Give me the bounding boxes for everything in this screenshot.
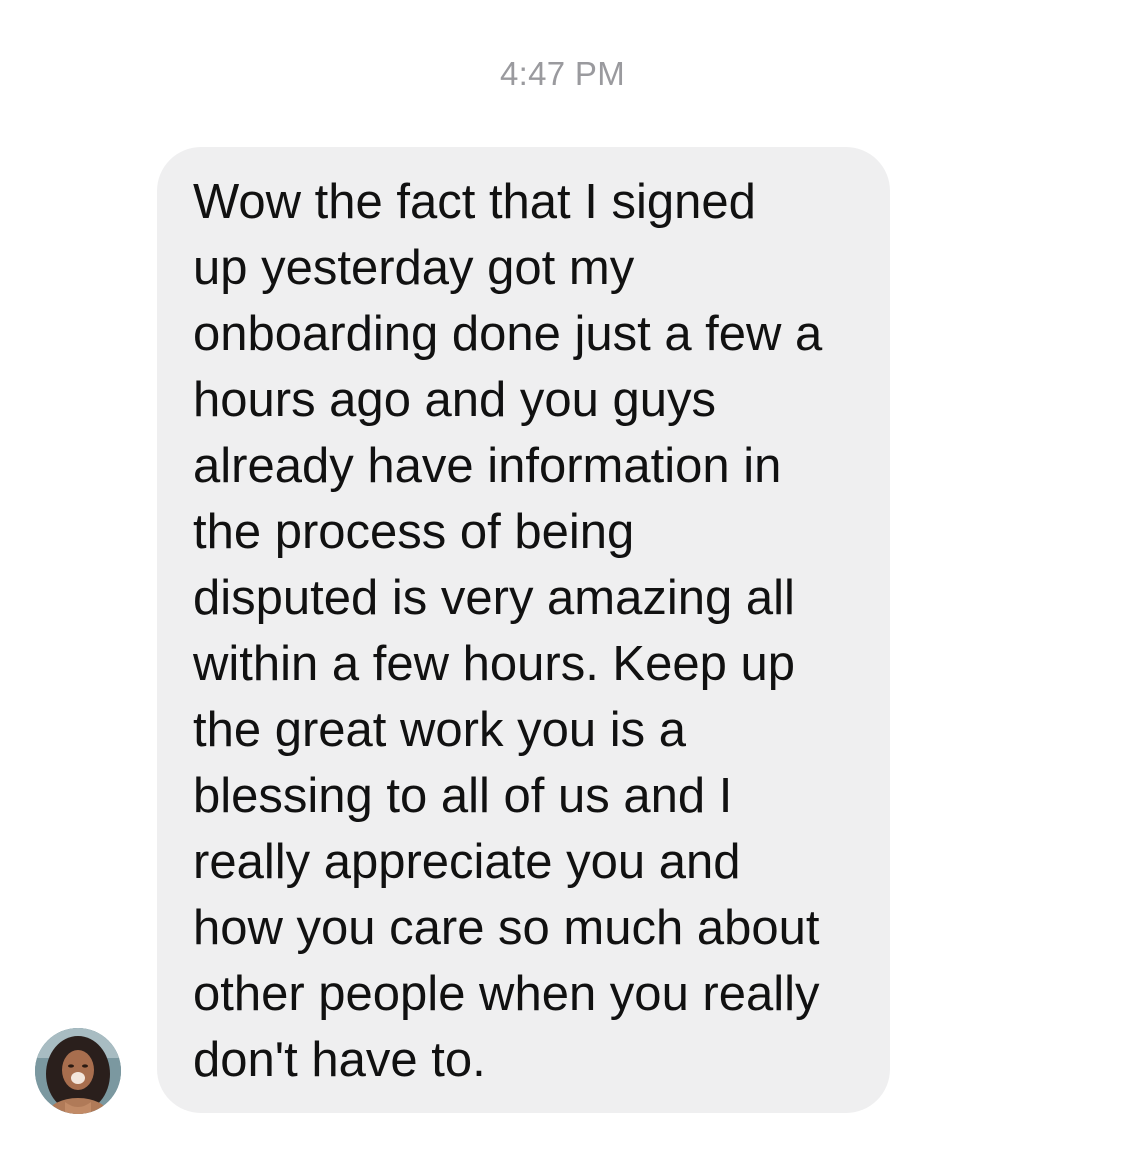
message-text: Wow the fact that I signed up yesterday … <box>193 175 823 1087</box>
message-timestamp: 4:47 PM <box>500 55 625 92</box>
avatar-photo-icon <box>35 1028 121 1114</box>
message-bubble[interactable]: Wow the fact that I signed up yesterday … <box>157 147 890 1113</box>
message-thread: 4:47 PM Wow the fact that I signed up ye… <box>0 0 1125 1160</box>
sender-avatar[interactable] <box>35 1028 121 1114</box>
